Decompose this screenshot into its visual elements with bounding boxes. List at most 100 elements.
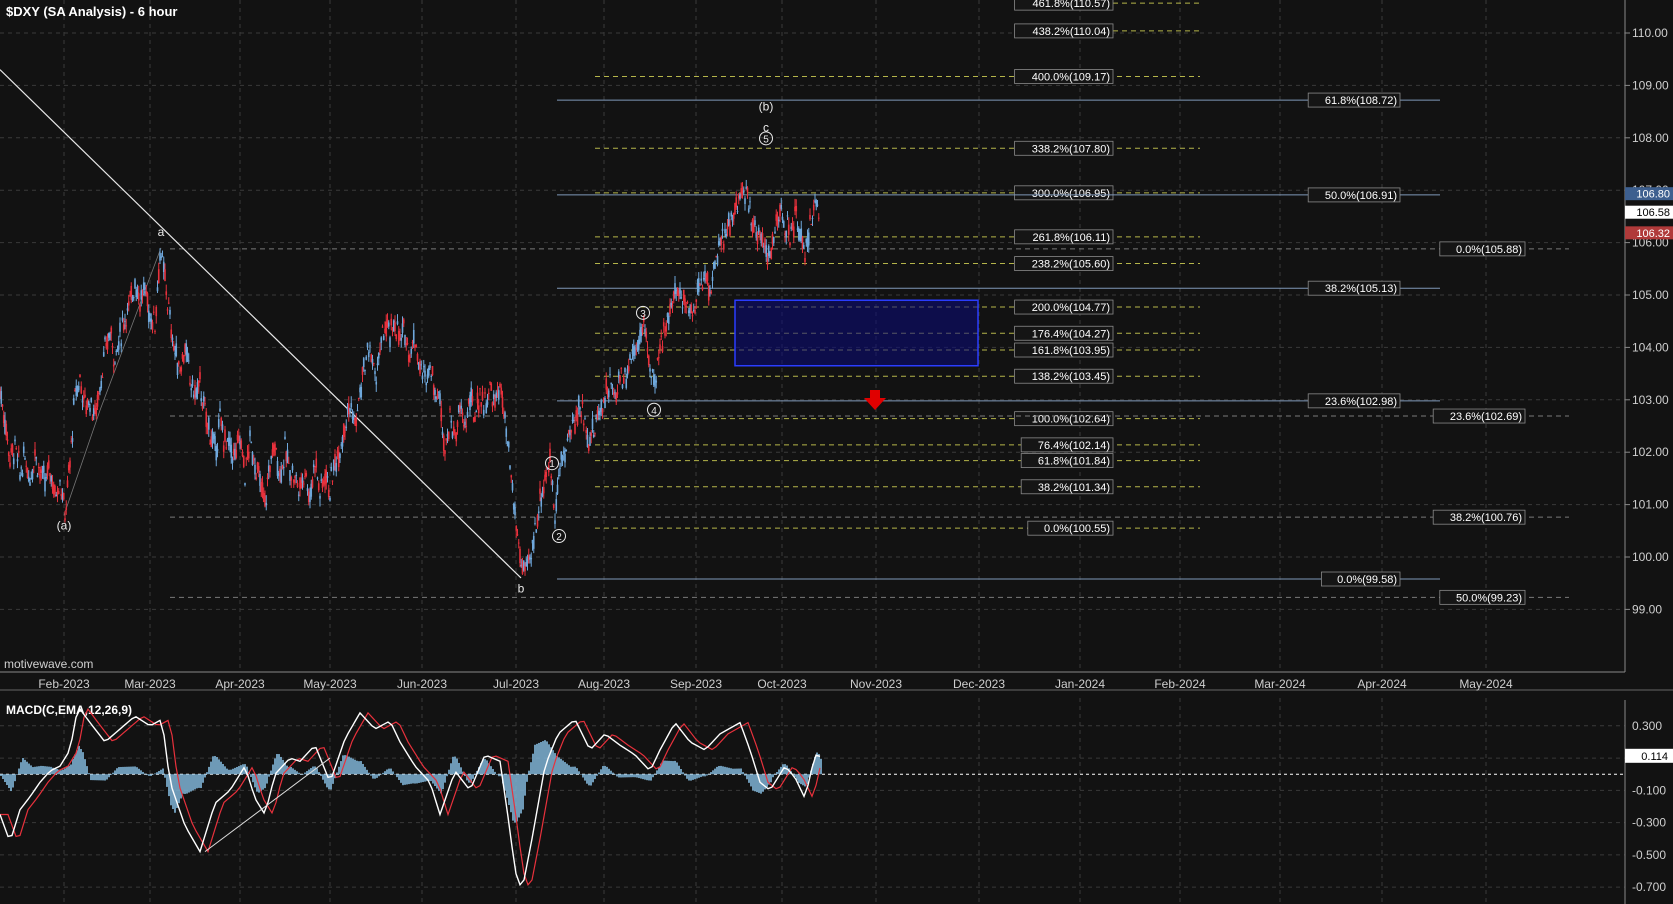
x-tick-label: Feb-2024	[1154, 677, 1206, 691]
candle-body	[200, 398, 203, 402]
candle-body	[59, 479, 61, 482]
candle-body	[331, 480, 334, 482]
candle-body	[329, 497, 331, 501]
candle-body	[412, 329, 415, 344]
macd-histogram-bar	[748, 774, 750, 783]
candle-body	[175, 343, 178, 356]
candle-body	[730, 212, 733, 217]
candle-body	[0, 391, 3, 404]
candle-body	[167, 302, 170, 304]
macd-histogram-bar	[222, 763, 224, 775]
macd-histogram-bar	[584, 774, 586, 781]
candle-body	[121, 317, 124, 321]
y-tick-label: 109.00	[1632, 78, 1669, 92]
candle-body	[66, 480, 69, 488]
candle-body	[500, 387, 503, 395]
macd-histogram-bar	[86, 766, 88, 775]
candle-body	[270, 456, 273, 460]
candle-body	[785, 230, 788, 238]
macd-histogram-bar	[708, 773, 710, 775]
macd-histogram-bar	[564, 762, 566, 775]
macd-histogram-bar	[218, 759, 220, 775]
macd-histogram-bar	[24, 759, 26, 775]
candle-body	[341, 436, 344, 447]
candle-body	[475, 410, 478, 413]
macd-histogram-bar	[122, 766, 124, 775]
macd-histogram-bar	[726, 767, 728, 775]
macd-histogram-bar	[354, 759, 356, 775]
macd-histogram-bar	[390, 768, 392, 775]
candle-body	[754, 220, 756, 225]
macd-histogram-bar	[606, 766, 608, 775]
candle-body	[450, 420, 453, 423]
macd-histogram-bar	[352, 758, 354, 775]
macd-histogram-bar	[712, 770, 714, 775]
candle-body	[301, 477, 304, 483]
fib-label: 461.8%(110.57)	[1033, 0, 1110, 10]
candle-body	[789, 242, 791, 246]
candle-body	[589, 436, 591, 446]
candle-body	[685, 305, 688, 308]
candle-body	[691, 315, 694, 317]
macd-histogram-bar	[84, 759, 86, 775]
candle-body	[361, 367, 364, 375]
candle-body	[96, 394, 99, 407]
candle-body	[377, 353, 380, 359]
candle-body	[401, 323, 404, 333]
macd-histogram-bar	[380, 774, 382, 775]
candle-body	[656, 358, 659, 360]
candle-body	[257, 466, 260, 472]
macd-histogram-bar	[182, 774, 184, 794]
candle-body	[152, 311, 155, 313]
y-tick-label: 110.00	[1632, 26, 1668, 40]
macd-histogram-bar	[238, 766, 240, 775]
candle-body	[274, 443, 276, 456]
macd-histogram-bar	[292, 768, 294, 775]
candle-body	[476, 392, 479, 404]
macd-histogram-bar	[678, 765, 680, 775]
candle-body	[545, 471, 548, 478]
candle-body	[756, 232, 759, 245]
x-tick-label: Nov-2023	[850, 677, 902, 691]
candle-body	[765, 245, 768, 257]
candle-body	[9, 462, 11, 467]
candle-body	[761, 233, 764, 247]
candle-body	[235, 449, 238, 458]
candle-body	[304, 475, 306, 477]
candle-body	[410, 348, 413, 354]
candle-body	[735, 197, 738, 208]
candle-body	[402, 319, 405, 324]
candle-body	[770, 247, 773, 260]
macd-histogram-bar	[412, 774, 414, 784]
macd-histogram-bar	[204, 774, 206, 778]
macd-histogram-bar	[42, 765, 44, 775]
candle-body	[7, 452, 10, 456]
price-chart[interactable]: 461.8%(110.57) 438.2%(110.04) 400.0%(109.1…	[0, 0, 1673, 904]
candle-body	[592, 434, 595, 437]
candle-body	[572, 420, 575, 422]
macd-histogram-bar	[624, 774, 626, 778]
candle-body	[387, 322, 390, 327]
macd-histogram-bar	[474, 774, 476, 775]
macd-histogram-bar	[10, 774, 12, 792]
candle-body	[722, 243, 725, 250]
candle-body	[71, 438, 74, 442]
candle-body	[157, 269, 160, 284]
candle-body	[534, 523, 536, 525]
macd-histogram-bar	[128, 766, 130, 775]
x-tick-label: May-2023	[303, 677, 357, 691]
macd-histogram-bar	[80, 749, 82, 775]
target-zone-box	[734, 299, 979, 367]
candle-body	[655, 380, 658, 383]
candle-body	[390, 318, 393, 326]
macd-histogram-bar	[74, 754, 76, 775]
candle-body	[731, 218, 734, 222]
candle-body	[242, 456, 245, 467]
macd-histogram-bar	[228, 769, 230, 775]
macd-histogram-bar	[734, 768, 736, 775]
candle-body	[290, 477, 293, 481]
candle-body	[20, 467, 23, 469]
macd-histogram-bar	[338, 766, 340, 775]
candle-body	[84, 394, 86, 398]
macd-histogram-bar	[378, 774, 380, 777]
